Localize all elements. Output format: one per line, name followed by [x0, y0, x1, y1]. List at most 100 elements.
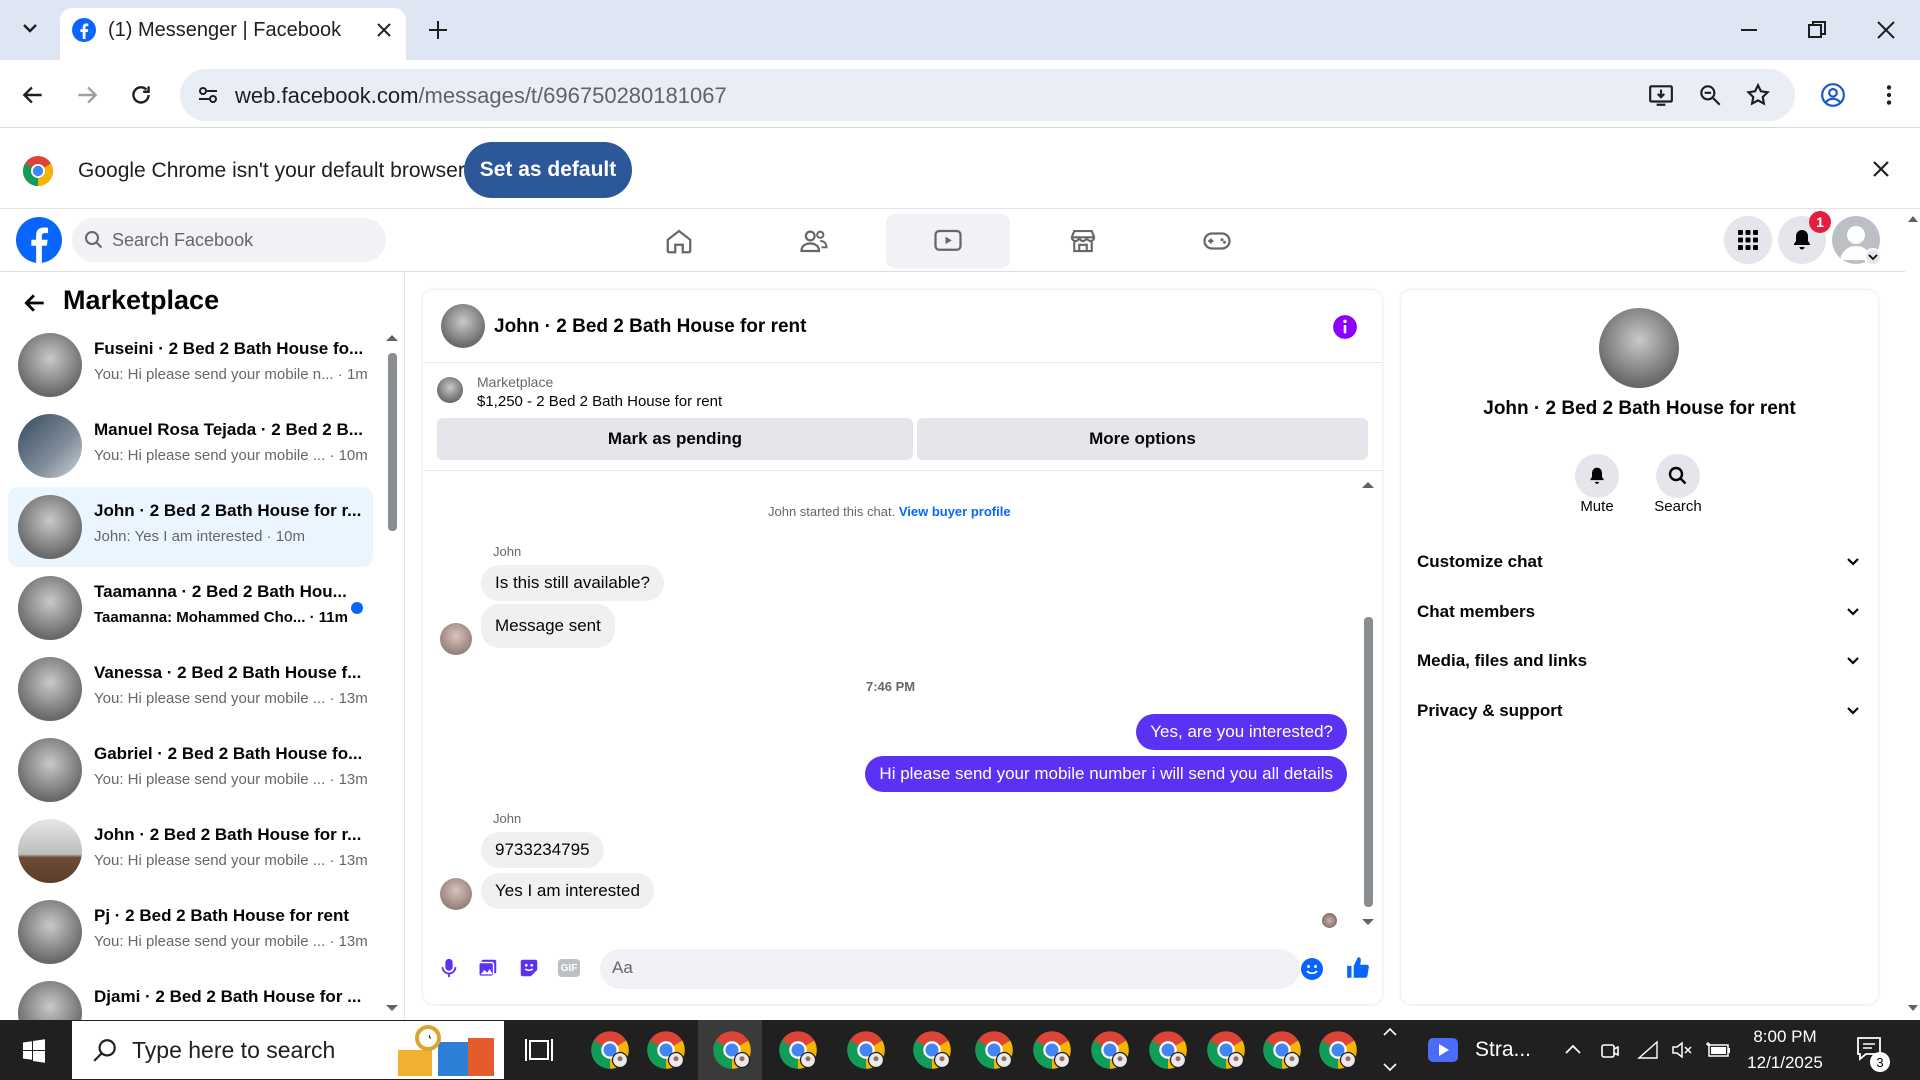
chrome-taskbar-icon[interactable]: [1032, 1030, 1072, 1070]
conversation-item-active[interactable]: John · 2 Bed 2 Bath House for r... John:…: [8, 487, 373, 567]
tab-search-icon[interactable]: [18, 16, 42, 40]
conversation-item[interactable]: Vanessa · 2 Bed 2 Bath House f... You: H…: [8, 649, 373, 729]
new-tab-icon[interactable]: [426, 18, 450, 42]
battery-icon[interactable]: [1706, 1040, 1732, 1060]
set-as-default-button[interactable]: Set as default: [464, 142, 632, 198]
taskbar-overflow-down-icon[interactable]: [1383, 1062, 1397, 1072]
nav-gaming[interactable]: [1155, 214, 1279, 268]
profile-icon[interactable]: [1820, 82, 1846, 108]
chrome-taskbar-icon[interactable]: [1206, 1030, 1246, 1070]
volume-muted-icon[interactable]: [1671, 1040, 1693, 1060]
meet-now-icon[interactable]: [1600, 1040, 1620, 1060]
outgoing-message[interactable]: Hi please send your mobile number i will…: [865, 756, 1347, 792]
conversation-item[interactable]: Fuseini · 2 Bed 2 Bath House fo... You: …: [8, 325, 373, 405]
page-scroll-down-icon[interactable]: [1907, 1003, 1919, 1013]
page-scroll-up-icon[interactable]: [1907, 214, 1919, 224]
close-window-icon[interactable]: [1874, 18, 1898, 42]
mute-button[interactable]: [1575, 454, 1619, 498]
chrome-taskbar-icon[interactable]: [846, 1030, 886, 1070]
microphone-icon[interactable]: [438, 957, 460, 979]
list-scroll-up-icon[interactable]: [385, 333, 399, 343]
chrome-taskbar-icon[interactable]: [1262, 1030, 1302, 1070]
windows-start-icon[interactable]: [22, 1039, 46, 1063]
chrome-taskbar-icon[interactable]: [646, 1030, 686, 1070]
chat-avatar[interactable]: [441, 304, 485, 348]
chrome-taskbar-icon[interactable]: [1318, 1030, 1358, 1070]
menu-grid-button[interactable]: [1724, 216, 1772, 264]
conversation-item[interactable]: John · 2 Bed 2 Bath House for r... You: …: [8, 811, 373, 891]
outgoing-message[interactable]: Yes, are you interested?: [1136, 714, 1347, 750]
forward-icon[interactable]: [74, 82, 100, 108]
nav-video[interactable]: [886, 214, 1010, 268]
nav-friends[interactable]: [752, 214, 876, 268]
account-chevron-icon[interactable]: [1864, 248, 1882, 266]
chat-scrollbar-thumb[interactable]: [1364, 617, 1373, 907]
taskbar-overflow-up-icon[interactable]: [1383, 1027, 1397, 1037]
listing-title[interactable]: $1,250 - 2 Bed 2 Bath House for rent: [477, 393, 722, 410]
tab-close-icon[interactable]: [374, 20, 394, 40]
view-buyer-profile-link[interactable]: View buyer profile: [899, 504, 1011, 519]
more-options-button[interactable]: More options: [917, 418, 1368, 460]
list-scroll-down-icon[interactable]: [385, 1003, 399, 1013]
back-arrow-icon[interactable]: [22, 290, 48, 316]
emoji-icon[interactable]: [1300, 957, 1324, 981]
attach-photo-icon[interactable]: [477, 957, 499, 979]
conversation-item[interactable]: Manuel Rosa Tejada · 2 Bed 2 B... You: H…: [8, 406, 373, 486]
stream-app-icon[interactable]: [1428, 1037, 1458, 1063]
page-scrollbar[interactable]: [1905, 210, 1920, 1020]
list-scrollbar-thumb[interactable]: [388, 353, 397, 531]
taskbar-clock[interactable]: 8:00 PM 12/1/2025: [1740, 1024, 1830, 1076]
chrome-menu-icon[interactable]: [1876, 82, 1902, 108]
chrome-taskbar-icon[interactable]: [1090, 1030, 1130, 1070]
listing-thumbnail: [437, 377, 463, 403]
back-icon[interactable]: [20, 82, 46, 108]
chrome-taskbar-icon[interactable]: [1148, 1030, 1188, 1070]
install-app-icon[interactable]: [1648, 82, 1674, 108]
restore-icon[interactable]: [1805, 18, 1829, 42]
contact-avatar[interactable]: [1599, 308, 1679, 388]
gif-icon[interactable]: GIF: [558, 959, 580, 977]
message-input[interactable]: [600, 949, 1300, 989]
chrome-taskbar-icon[interactable]: [974, 1030, 1014, 1070]
search-in-chat-button[interactable]: [1656, 454, 1700, 498]
like-thumb-icon[interactable]: [1345, 955, 1371, 981]
conversation-item[interactable]: Gabriel · 2 Bed 2 Bath House fo... You: …: [8, 730, 373, 810]
url-text[interactable]: web.facebook.com/messages/t/696750280181…: [235, 83, 727, 109]
conversation-item[interactable]: Djami · 2 Bed 2 Bath House for ...: [8, 973, 373, 1020]
chat-scroll-down-icon[interactable]: [1361, 917, 1375, 927]
task-view-icon[interactable]: [525, 1037, 553, 1063]
mark-as-pending-button[interactable]: Mark as pending: [437, 418, 913, 460]
facebook-logo-icon[interactable]: [16, 217, 62, 263]
chat-info-icon[interactable]: [1332, 314, 1358, 340]
incoming-message[interactable]: Is this still available?: [481, 565, 664, 601]
site-info-icon[interactable]: [196, 83, 220, 107]
nav-home[interactable]: [617, 214, 741, 268]
stream-app-label[interactable]: Stra...: [1475, 1038, 1531, 1062]
zoom-icon[interactable]: [1697, 82, 1723, 108]
conversation-thumbnail: [18, 819, 82, 883]
conversation-name: Djami · 2 Bed 2 Bath House for ...: [94, 987, 362, 1006]
chat-scroll-up-icon[interactable]: [1361, 480, 1375, 490]
sticker-icon[interactable]: [518, 957, 540, 979]
privacy-support-section[interactable]: Privacy & support: [1417, 693, 1862, 729]
incoming-message[interactable]: Yes I am interested: [481, 873, 654, 909]
bookmark-star-icon[interactable]: [1745, 82, 1771, 108]
nav-marketplace[interactable]: [1021, 214, 1145, 268]
minimize-icon[interactable]: [1737, 18, 1761, 42]
chrome-taskbar-icon[interactable]: [590, 1030, 630, 1070]
infobar-close-icon[interactable]: [1870, 158, 1892, 180]
incoming-message[interactable]: 9733234795: [481, 832, 604, 868]
customize-chat-section[interactable]: Customize chat: [1417, 544, 1862, 580]
reload-icon[interactable]: [128, 82, 154, 108]
media-files-links-section[interactable]: Media, files and links: [1417, 643, 1862, 679]
tray-chevron-up-icon[interactable]: [1563, 1040, 1583, 1060]
incoming-message[interactable]: Message sent: [481, 604, 615, 648]
chrome-taskbar-icon[interactable]: [712, 1030, 752, 1070]
conversation-item-unread[interactable]: Taamanna · 2 Bed 2 Bath Hou... Taamanna:…: [8, 568, 373, 648]
conversation-item[interactable]: Pj · 2 Bed 2 Bath House for rent You: Hi…: [8, 892, 373, 972]
chat-title[interactable]: John · 2 Bed 2 Bath House for rent: [494, 316, 806, 338]
chrome-taskbar-icon[interactable]: [778, 1030, 818, 1070]
network-icon[interactable]: [1637, 1040, 1659, 1060]
chrome-taskbar-icon[interactable]: [912, 1030, 952, 1070]
chat-members-section[interactable]: Chat members: [1417, 594, 1862, 630]
